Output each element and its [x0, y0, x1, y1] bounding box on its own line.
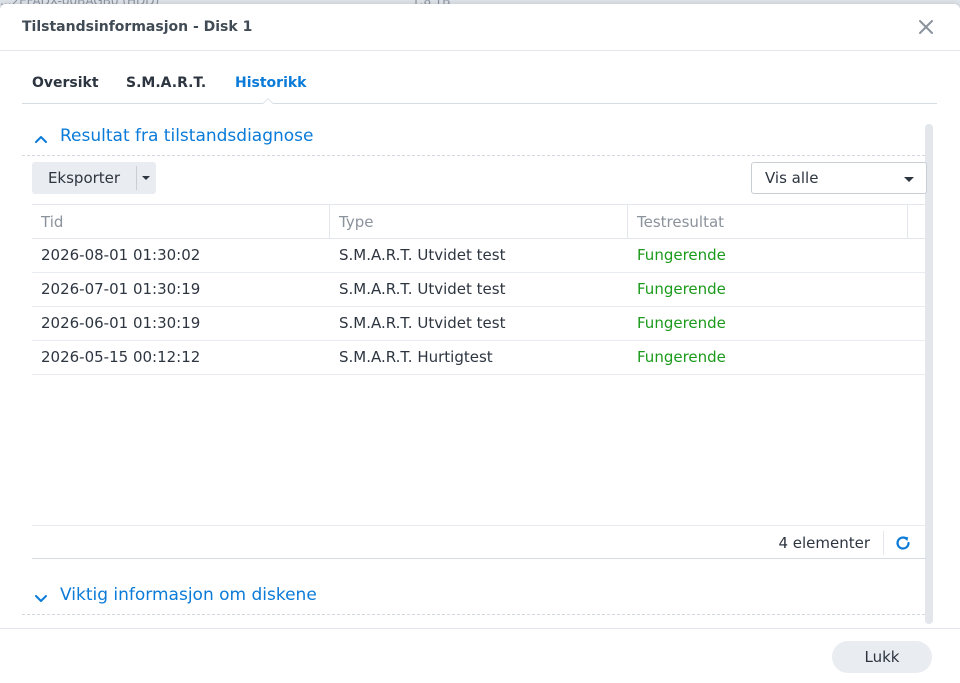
column-divider[interactable]: [329, 205, 330, 239]
section-results-label: Resultat fra tilstandsdiagnose: [60, 126, 314, 146]
cell-type: S.M.A.R.T. Utvidet test: [339, 246, 506, 264]
cell-time: 2026-06-01 01:30:19: [41, 314, 201, 332]
cell-time: 2026-05-15 00:12:12: [41, 348, 201, 366]
section-results-header[interactable]: Resultat fra tilstandsdiagnose: [22, 120, 925, 156]
cell-type: S.M.A.R.T. Utvidet test: [339, 314, 506, 332]
column-header-time[interactable]: Tid: [41, 213, 63, 231]
active-tab-indicator: [262, 98, 274, 104]
column-divider[interactable]: [627, 205, 628, 239]
dialog-title: Tilstandsinformasjon - Disk 1: [22, 19, 253, 35]
table-pager: 4 elementer: [32, 525, 926, 559]
health-info-dialog: Tilstandsinformasjon - Disk 1 Oversikt S…: [0, 4, 960, 683]
tab-history[interactable]: Historikk: [235, 75, 306, 91]
cell-result: Fungerende: [637, 314, 726, 332]
close-icon[interactable]: [916, 17, 936, 37]
section-important-label: Viktig informasjon om diskene: [60, 585, 317, 605]
filter-select-value: Vis alle: [765, 169, 819, 187]
tab-smart[interactable]: S.M.A.R.T.: [126, 75, 206, 91]
tab-overview[interactable]: Oversikt: [32, 75, 99, 91]
column-header-result[interactable]: Testresultat: [637, 213, 724, 231]
chevron-up-icon: [34, 131, 48, 150]
background-disk-name: ...2EFADX-00BAGB0 (HDD): [0, 0, 159, 7]
chevron-down-icon: [904, 177, 914, 182]
table-row[interactable]: 2026-06-01 01:30:19 S.M.A.R.T. Utvidet t…: [32, 307, 926, 341]
cell-time: 2026-07-01 01:30:19: [41, 280, 201, 298]
refresh-icon[interactable]: [894, 534, 912, 552]
close-button[interactable]: Lukk: [832, 641, 932, 673]
column-header-type[interactable]: Type: [339, 213, 373, 231]
scrollbar[interactable]: [925, 124, 933, 624]
table-row[interactable]: 2026-08-01 01:30:02 S.M.A.R.T. Utvidet t…: [32, 239, 926, 273]
table-row[interactable]: 2026-05-15 00:12:12 S.M.A.R.T. Hurtigtes…: [32, 341, 926, 375]
cell-time: 2026-08-01 01:30:02: [41, 246, 201, 264]
export-split-button: Eksporter: [32, 162, 156, 194]
section-important-header[interactable]: Viktig informasjon om diskene: [22, 579, 925, 615]
cell-type: S.M.A.R.T. Hurtigtest: [339, 348, 493, 366]
cell-type: S.M.A.R.T. Utvidet test: [339, 280, 506, 298]
cell-result: Fungerende: [637, 348, 726, 366]
cell-result: Fungerende: [637, 246, 726, 264]
pager-divider: [883, 531, 884, 555]
item-count: 4 elementer: [778, 534, 870, 552]
export-button[interactable]: Eksporter: [32, 162, 136, 194]
table-row[interactable]: 2026-07-01 01:30:19 S.M.A.R.T. Utvidet t…: [32, 273, 926, 307]
chevron-down-icon: [34, 590, 48, 609]
cell-result: Fungerende: [637, 280, 726, 298]
export-dropdown-icon[interactable]: [137, 162, 156, 194]
tab-bar: Oversikt S.M.A.R.T. Historikk: [22, 68, 937, 104]
history-table: Tid Type Testresultat 2026-08-01 01:30:0…: [32, 204, 926, 375]
dialog-footer: Lukk: [0, 628, 960, 683]
background-disk-size: 1.8 TB: [412, 0, 450, 7]
filter-select[interactable]: Vis alle: [751, 162, 927, 194]
dialog-titlebar: Tilstandsinformasjon - Disk 1: [0, 4, 960, 51]
column-divider[interactable]: [907, 205, 908, 239]
table-header: Tid Type Testresultat: [32, 204, 926, 239]
